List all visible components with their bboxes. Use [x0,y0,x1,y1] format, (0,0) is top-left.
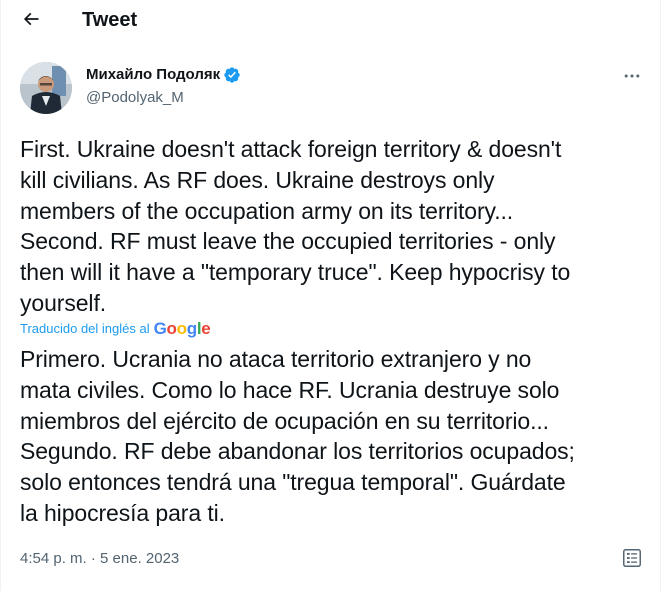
tweet-text: First. Ukraine doesn't attack foreign te… [20,136,571,316]
avatar[interactable] [20,62,72,114]
page-title: Tweet [82,9,138,31]
tweet-timestamp[interactable]: 4:54 p. m. · 5 ene. 2023 [20,550,179,568]
back-button[interactable] [14,2,48,36]
avatar-image [20,62,72,114]
translated-label: Traducido del inglés al [20,321,150,336]
translated-by-google[interactable]: Traducido del inglés al Google [20,319,211,338]
verified-badge-icon [224,67,240,83]
arrow-left-icon [23,12,39,26]
more-icon [624,74,640,78]
author-name[interactable]: Михайло Подоляк [86,66,220,84]
header: Tweet [0,0,663,40]
tweet-translation: Primero. Ucrania no ataca territorio ext… [20,346,575,526]
view-analytics-button[interactable] [618,544,646,572]
analytics-icon [623,549,641,567]
author-name-row: Михайло Подоляк [86,66,241,84]
author-handle[interactable]: @Podolyak_M [86,89,184,107]
more-options-button[interactable] [614,64,650,88]
google-logo: Google [153,319,211,338]
